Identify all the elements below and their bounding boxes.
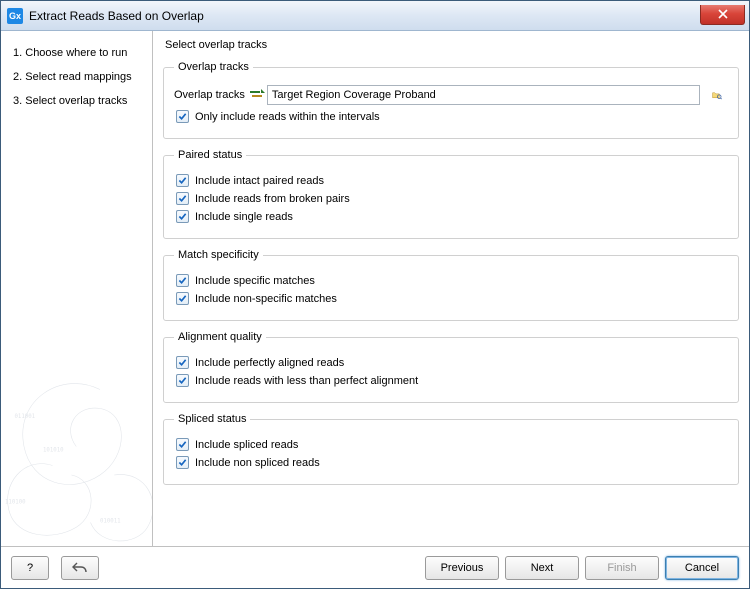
svg-text:101010: 101010 (43, 447, 64, 453)
only-within-checkbox[interactable]: Only include reads within the intervals (176, 110, 728, 123)
folder-browse-icon (712, 87, 722, 103)
checkbox-label: Include single reads (195, 211, 293, 223)
step-number: 3. (13, 95, 22, 107)
wizard-sidebar: 1. Choose where to run 2. Select read ma… (1, 31, 153, 546)
group-legend: Match specificity (174, 249, 263, 261)
close-icon (718, 9, 728, 19)
checkbox-label: Include intact paired reads (195, 175, 324, 187)
overlap-tracks-label: Overlap tracks (174, 89, 245, 101)
help-icon: ? (27, 562, 33, 574)
step-label: Choose where to run (25, 47, 127, 59)
checkbox-icon (176, 210, 189, 223)
include-single-checkbox[interactable]: Include single reads (176, 210, 728, 223)
checkbox-label: Include specific matches (195, 275, 315, 287)
checkbox-icon (176, 174, 189, 187)
group-legend: Spliced status (174, 413, 250, 425)
titlebar: Gx Extract Reads Based on Overlap (1, 1, 749, 31)
checkbox-icon (176, 456, 189, 469)
group-legend: Paired status (174, 149, 246, 161)
body: 1. Choose where to run 2. Select read ma… (1, 31, 749, 546)
previous-button[interactable]: Previous (425, 556, 499, 580)
finish-button[interactable]: Finish (585, 556, 659, 580)
svg-text:110100: 110100 (5, 500, 26, 506)
step-number: 2. (13, 71, 22, 83)
checkbox-label: Include non-specific matches (195, 293, 337, 305)
checkbox-icon (176, 374, 189, 387)
page-heading: Select overlap tracks (163, 37, 739, 57)
checkbox-icon (176, 438, 189, 451)
checkbox-label: Include perfectly aligned reads (195, 357, 344, 369)
wizard-step[interactable]: 2. Select read mappings (5, 65, 148, 89)
undo-icon (72, 561, 88, 575)
checkbox-label: Only include reads within the intervals (195, 111, 380, 123)
group-alignment-quality: Alignment quality Include perfectly alig… (163, 331, 739, 403)
app-icon: Gx (7, 8, 23, 24)
group-overlap-tracks: Overlap tracks Overlap tracks (163, 61, 739, 139)
step-label: Select read mappings (25, 71, 131, 83)
checkbox-icon (176, 192, 189, 205)
next-button[interactable]: Next (505, 556, 579, 580)
main-panel: Select overlap tracks Overlap tracks Ove… (153, 31, 749, 546)
dialog-window: Gx Extract Reads Based on Overlap 1. Cho… (0, 0, 750, 589)
close-button[interactable] (700, 5, 745, 25)
group-match-specificity: Match specificity Include specific match… (163, 249, 739, 321)
checkbox-icon (176, 356, 189, 369)
step-label: Select overlap tracks (25, 95, 127, 107)
checkbox-icon (176, 274, 189, 287)
svg-text:010011: 010011 (100, 519, 121, 525)
include-perfect-checkbox[interactable]: Include perfectly aligned reads (176, 356, 728, 369)
group-spliced-status: Spliced status Include spliced reads Inc… (163, 413, 739, 485)
include-broken-checkbox[interactable]: Include reads from broken pairs (176, 192, 728, 205)
cancel-button[interactable]: Cancel (665, 556, 739, 580)
group-legend: Overlap tracks (174, 61, 253, 73)
group-paired-status: Paired status Include intact paired read… (163, 149, 739, 239)
checkbox-icon (176, 110, 189, 123)
group-legend: Alignment quality (174, 331, 266, 343)
checkbox-label: Include non spliced reads (195, 457, 320, 469)
browse-button[interactable] (706, 85, 728, 105)
checkbox-label: Include spliced reads (195, 439, 298, 451)
checkbox-label: Include reads with less than perfect ali… (195, 375, 418, 387)
tracks-icon (249, 88, 265, 102)
step-number: 1. (13, 47, 22, 59)
sidebar-decoration: 011001 101010 110100 010011 (1, 356, 153, 546)
include-imperfect-checkbox[interactable]: Include reads with less than perfect ali… (176, 374, 728, 387)
include-intact-checkbox[interactable]: Include intact paired reads (176, 174, 728, 187)
reset-button[interactable] (61, 556, 99, 580)
window-title: Extract Reads Based on Overlap (29, 9, 700, 23)
include-spliced-checkbox[interactable]: Include spliced reads (176, 438, 728, 451)
wizard-step[interactable]: 1. Choose where to run (5, 41, 148, 65)
wizard-step[interactable]: 3. Select overlap tracks (5, 89, 148, 113)
checkbox-label: Include reads from broken pairs (195, 193, 350, 205)
include-nonspliced-checkbox[interactable]: Include non spliced reads (176, 456, 728, 469)
help-button[interactable]: ? (11, 556, 49, 580)
svg-text:011001: 011001 (15, 414, 36, 420)
include-specific-checkbox[interactable]: Include specific matches (176, 274, 728, 287)
checkbox-icon (176, 292, 189, 305)
footer: ? Previous Next Finish Cancel (1, 546, 749, 588)
include-nonspecific-checkbox[interactable]: Include non-specific matches (176, 292, 728, 305)
overlap-tracks-input[interactable] (267, 85, 700, 105)
